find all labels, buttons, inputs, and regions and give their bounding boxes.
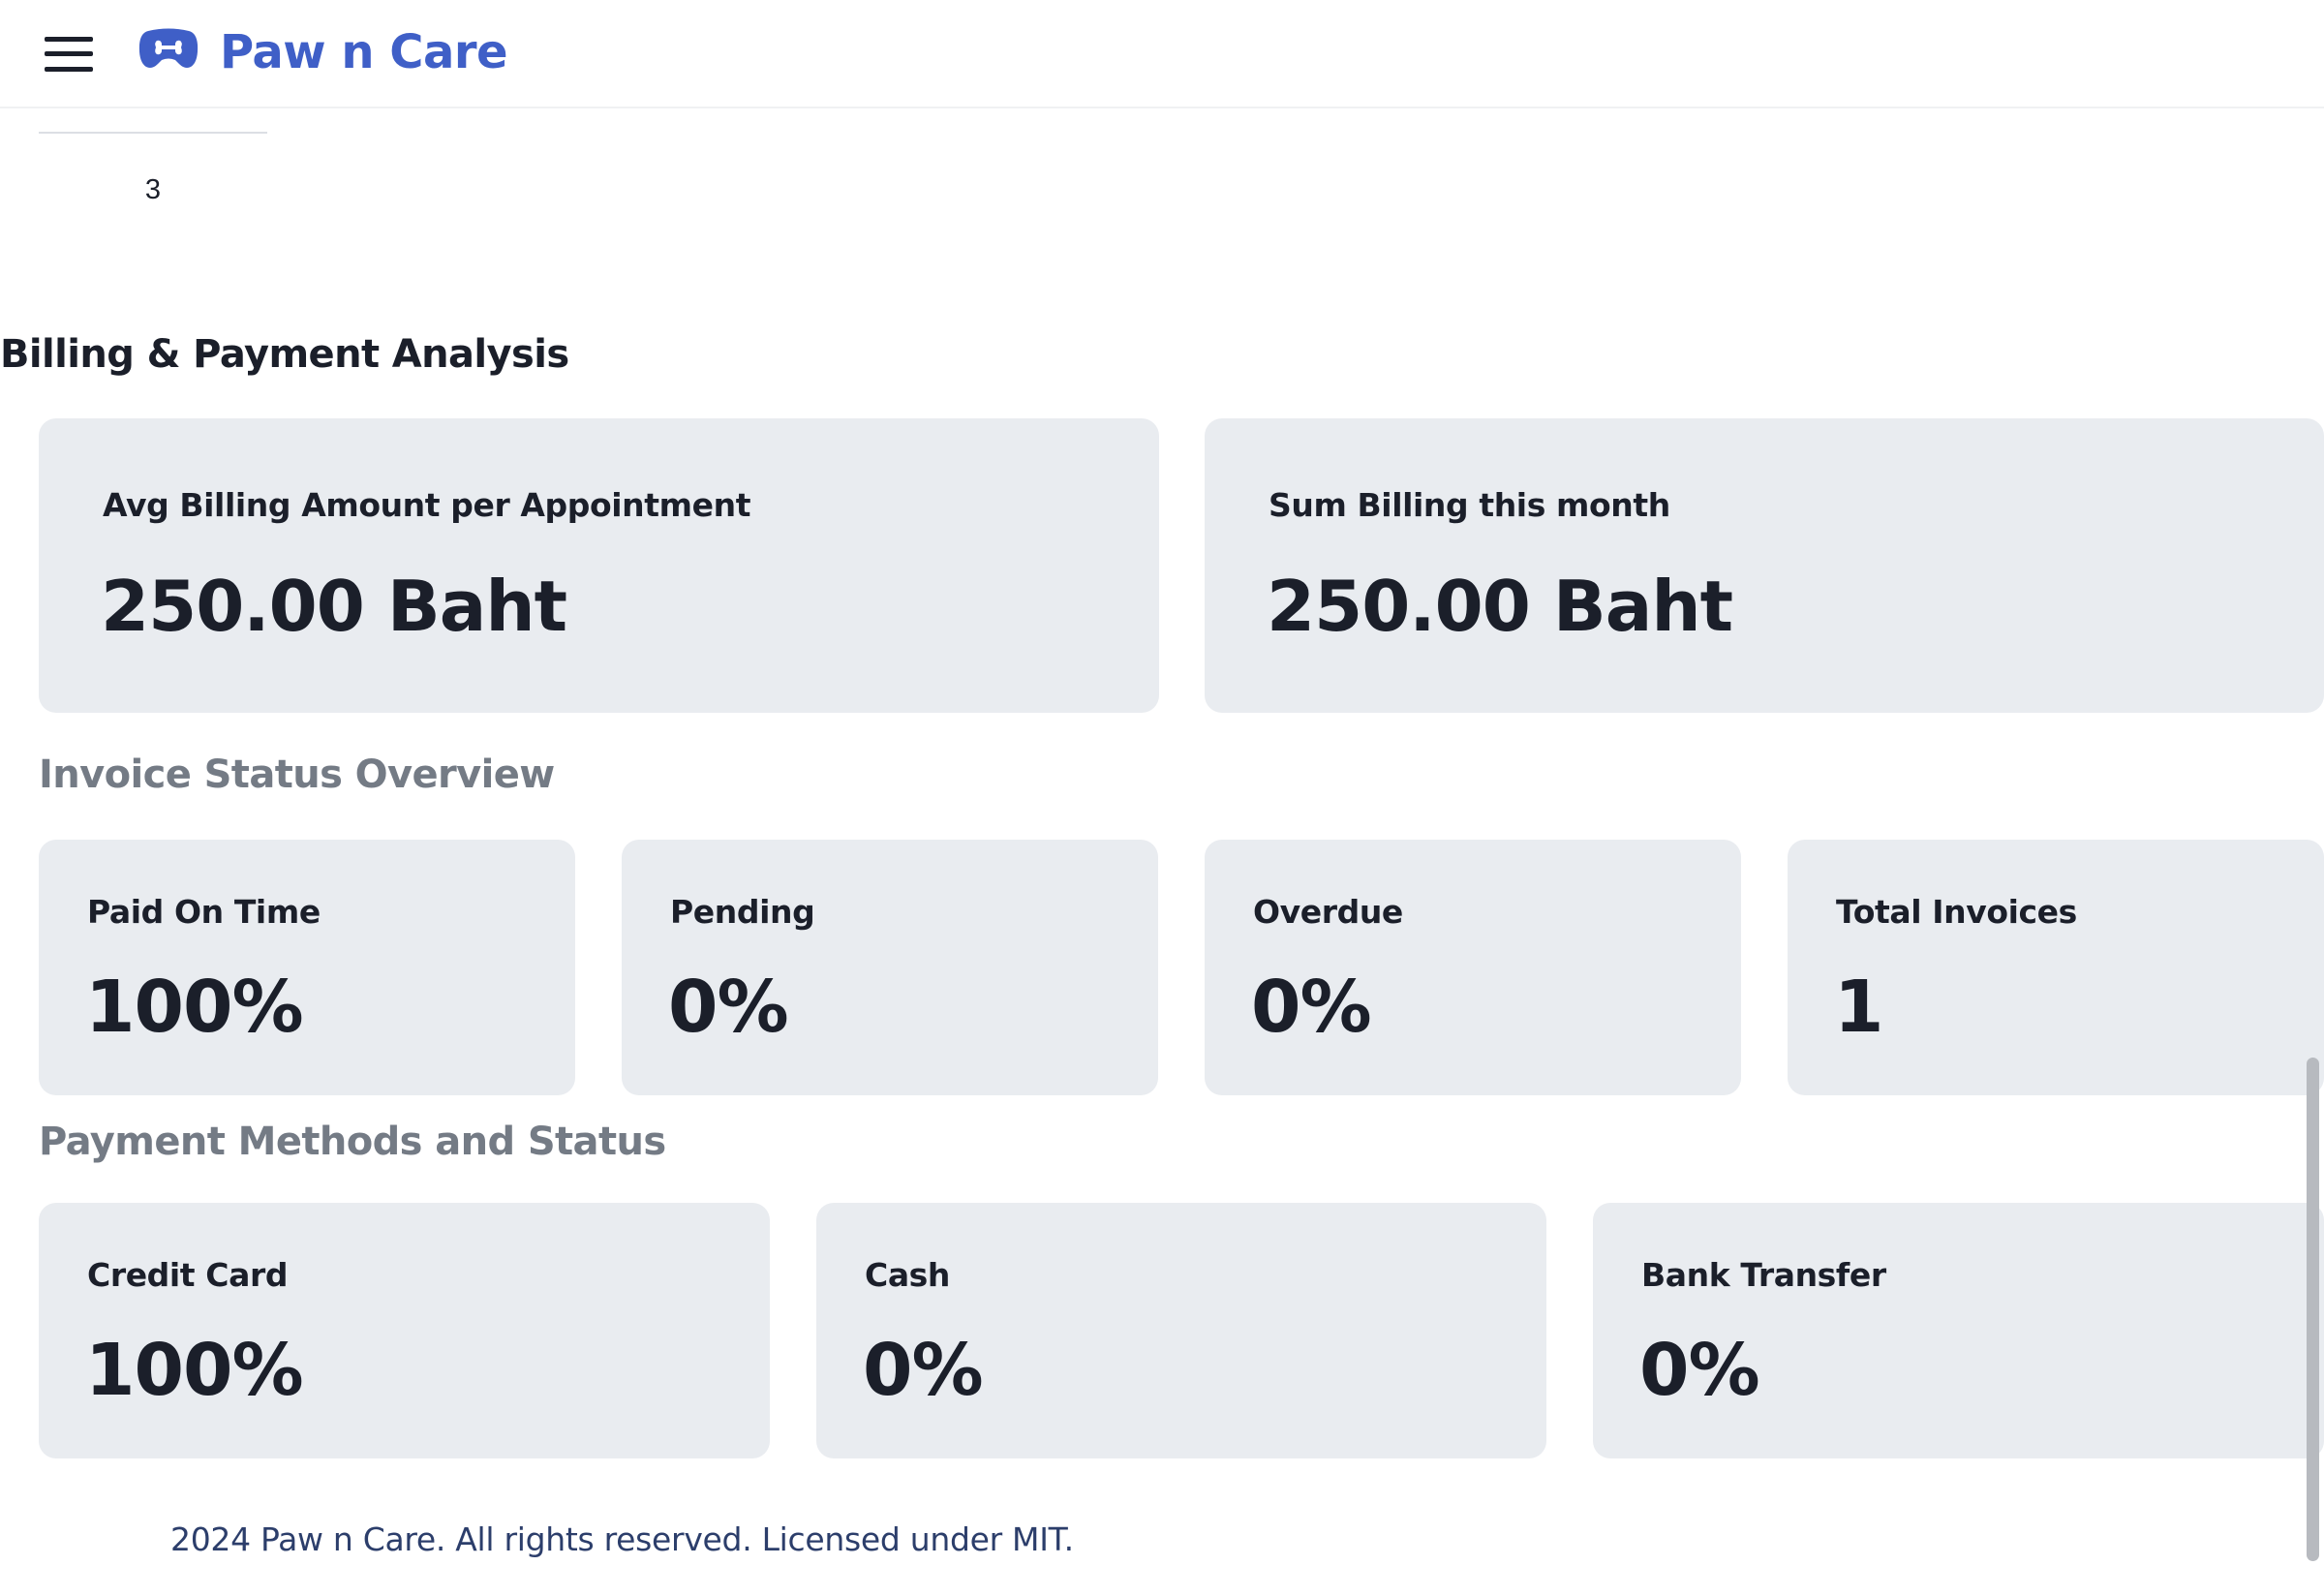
overdue-label: Overdue (1253, 893, 1403, 931)
paid-on-time-value: 100% (85, 966, 304, 1049)
payment-methods-title: Payment Methods and Status (39, 1120, 666, 1164)
top-navbar: Paw n Care (0, 0, 2324, 108)
cash-label: Cash (865, 1256, 951, 1294)
total-invoices-label: Total Invoices (1836, 893, 2077, 931)
scrollbar-thumb[interactable] (2307, 1058, 2319, 1561)
brand-name[interactable]: Paw n Care (220, 21, 508, 83)
pet-logo-icon[interactable] (138, 27, 199, 70)
sum-billing-value: 250.00 Baht (1267, 566, 1733, 647)
sum-billing-label: Sum Billing this month (1269, 486, 1670, 524)
pending-value: 0% (668, 966, 789, 1049)
overdue-value: 0% (1251, 966, 1372, 1049)
credit-card-label: Credit Card (87, 1256, 289, 1294)
paid-on-time-label: Paid On Time (87, 893, 321, 931)
hamburger-menu-icon[interactable] (45, 37, 93, 72)
invoice-status-title: Invoice Status Overview (39, 752, 555, 797)
footer-copyright: 2024 Paw n Care. All rights reserved. Li… (170, 1520, 1074, 1558)
total-invoices-value: 1 (1834, 966, 1883, 1049)
pending-label: Pending (670, 893, 815, 931)
bank-transfer-value: 0% (1639, 1329, 1760, 1412)
billing-section-title: Billing & Payment Analysis (0, 332, 569, 377)
bank-transfer-label: Bank Transfer (1641, 1256, 1886, 1294)
cash-value: 0% (863, 1329, 984, 1412)
avg-billing-value: 250.00 Baht (101, 566, 567, 647)
avg-billing-label: Avg Billing Amount per Appointment (103, 486, 751, 524)
divider (39, 132, 267, 134)
credit-card-value: 100% (85, 1329, 304, 1412)
page-number[interactable]: 3 (136, 172, 170, 207)
